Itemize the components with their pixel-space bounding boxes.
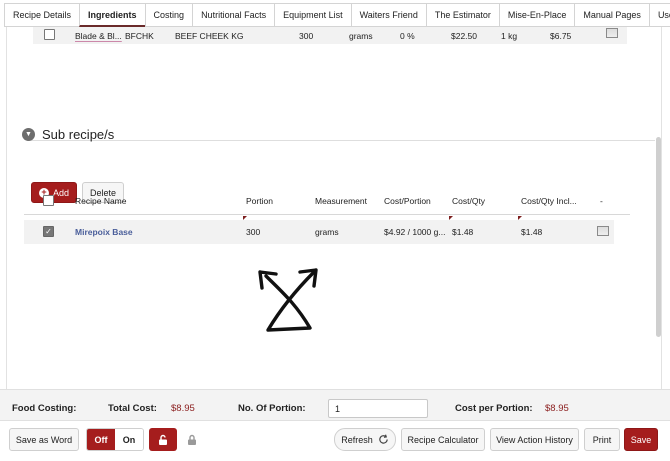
col-portion[interactable]: Portion: [246, 196, 273, 206]
select-all-checkbox[interactable]: [43, 195, 54, 206]
ingredient-description: BEEF CHEEK KG: [175, 30, 244, 41]
row-portion[interactable]: 300: [246, 227, 260, 237]
table-icon[interactable]: [606, 28, 618, 38]
table-row[interactable]: ✓ Mirepoix Base 300 grams $4.92 / 1000 g…: [24, 220, 614, 244]
tab-mise-en-place[interactable]: Mise-En-Place: [498, 3, 575, 27]
view-action-history-button[interactable]: View Action History: [490, 428, 579, 451]
row-cost-qty: $1.48: [452, 227, 474, 237]
vertical-scrollbar[interactable]: [656, 137, 661, 337]
tab-waiters-friend[interactable]: Waiters Friend: [350, 3, 426, 27]
toggle-on-option[interactable]: On: [115, 429, 143, 450]
ingredient-cost: $6.75: [550, 30, 572, 41]
tab-equipment-list[interactable]: Equipment List: [274, 3, 351, 27]
ingredient-row-checkbox[interactable]: [44, 29, 55, 40]
ingredient-name[interactable]: Blade & Bl...: [75, 31, 122, 41]
tab-bar: Recipe Details Ingredients Costing Nutri…: [4, 3, 670, 27]
lock-icon: [188, 434, 196, 445]
tab-ingredients[interactable]: Ingredients: [79, 3, 145, 27]
col-recipe-name[interactable]: Recipe Name: [75, 196, 127, 206]
tab-recipe-details[interactable]: Recipe Details: [4, 3, 80, 27]
refresh-button-label: Refresh: [341, 434, 373, 445]
sub-recipe-header[interactable]: ▼ Sub recipe/s: [22, 127, 114, 142]
portions-input[interactable]: [328, 399, 428, 418]
save-button[interactable]: Save: [624, 428, 658, 451]
tab-the-estimator[interactable]: The Estimator: [425, 3, 499, 27]
ingredient-percent: 0 %: [400, 30, 415, 41]
tab-used-in[interactable]: Used In: [648, 3, 670, 27]
drawn-cross-glyph: [258, 268, 318, 332]
col-cost-portion[interactable]: Cost/Portion: [384, 196, 431, 206]
recipe-calculator-button[interactable]: Recipe Calculator: [401, 428, 485, 451]
ingredient-qty: 300: [299, 30, 314, 41]
ingredient-code: BFCHK: [125, 30, 154, 41]
refresh-icon: [379, 434, 388, 444]
ingredient-unit: grams: [349, 30, 373, 41]
recipe-name-link[interactable]: Mirepoix Base: [75, 227, 133, 237]
food-costing-label: Food Costing:: [12, 403, 77, 414]
portions-label: No. Of Portion:: [238, 403, 306, 414]
lock-button[interactable]: [178, 428, 206, 451]
toggle-off-option[interactable]: Off: [87, 429, 115, 450]
total-cost-label: Total Cost:: [108, 403, 157, 414]
col-cost-qty-incl[interactable]: Cost/Qty Incl...: [521, 196, 577, 206]
ingredient-pack: 1 kg: [501, 30, 518, 41]
total-cost-value: $8.95: [171, 403, 195, 414]
sub-recipe-table-header: Recipe Name Portion Measurement Cost/Por…: [24, 185, 630, 215]
cost-per-portion-value: $8.95: [545, 403, 569, 414]
collapse-icon[interactable]: ▼: [22, 128, 35, 141]
ingredient-price: $22.50: [451, 30, 477, 41]
row-checkbox[interactable]: ✓: [43, 226, 54, 237]
print-button[interactable]: Print: [584, 428, 620, 451]
section-divider: [27, 140, 655, 141]
unlock-button[interactable]: [149, 428, 177, 451]
col-actions: -: [600, 196, 603, 206]
ingredient-row[interactable]: Blade & Bl... BFCHK BEEF CHEEK KG 300 gr…: [33, 27, 627, 44]
row-cost-portion: $4.92 / 1000 g...: [384, 227, 446, 237]
unlock-icon: [159, 434, 167, 445]
save-as-word-button[interactable]: Save as Word: [9, 428, 79, 451]
tab-costing[interactable]: Costing: [144, 3, 193, 27]
lock-toggle[interactable]: Off On: [86, 428, 144, 451]
col-measurement[interactable]: Measurement: [315, 196, 367, 206]
tab-manual-pages[interactable]: Manual Pages: [574, 3, 649, 27]
tab-nutritional-facts[interactable]: Nutritional Facts: [192, 3, 275, 27]
col-cost-qty[interactable]: Cost/Qty: [452, 196, 485, 206]
refresh-button[interactable]: Refresh: [334, 428, 396, 451]
sub-recipe-table: Recipe Name Portion Measurement Cost/Por…: [24, 185, 630, 244]
cost-per-portion-label: Cost per Portion:: [455, 403, 533, 414]
row-cost-qty-incl: $1.48: [521, 227, 543, 237]
sub-recipe-title: Sub recipe/s: [42, 127, 115, 142]
row-measurement: grams: [315, 227, 339, 237]
table-icon[interactable]: [597, 226, 609, 236]
